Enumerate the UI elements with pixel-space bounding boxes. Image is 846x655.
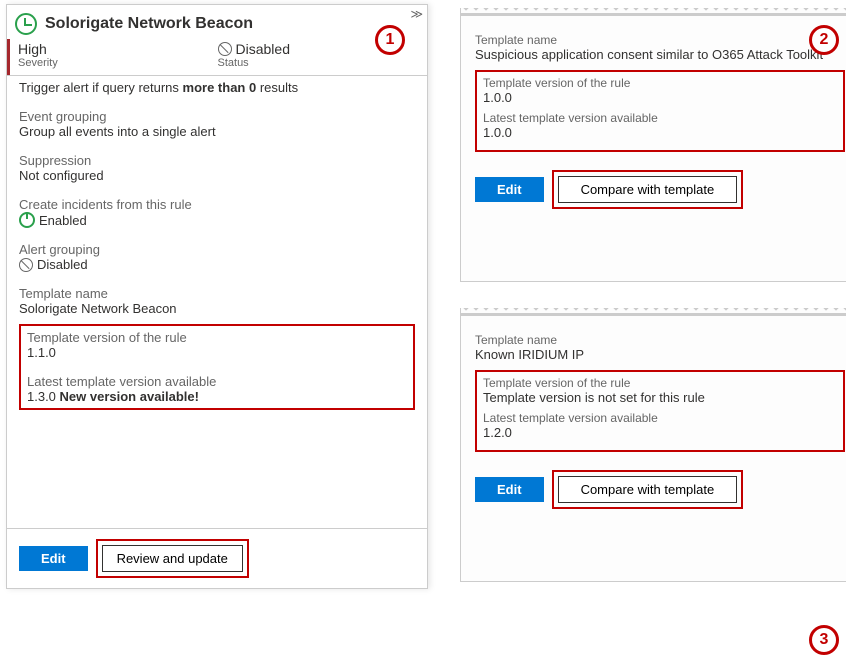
alert-grouping-value: Disabled bbox=[19, 257, 415, 272]
template-version-rule-value: Template version is not set for this rul… bbox=[483, 390, 837, 405]
template-name-label: Template name bbox=[19, 286, 415, 301]
panel-header: Solorigate Network Beacon ≫ bbox=[7, 5, 427, 39]
template-version-rule-label: Template version of the rule bbox=[483, 76, 837, 90]
panel-footer: Edit Review and update bbox=[7, 529, 427, 588]
template-name-value: Suspicious application consent similar t… bbox=[475, 47, 845, 62]
template-version-rule-value: 1.0.0 bbox=[483, 90, 837, 105]
template-version-highlight: Template version of the rule 1.0.0 Lates… bbox=[475, 70, 845, 152]
suppression-value: Not configured bbox=[19, 168, 415, 183]
edit-button[interactable]: Edit bbox=[475, 177, 544, 202]
template-version-latest-label: Latest template version available bbox=[483, 111, 837, 125]
severity-label: Severity bbox=[18, 57, 218, 69]
rule-snippet-b: Template name Known IRIDIUM IP Template … bbox=[460, 308, 846, 582]
torn-edge-decoration bbox=[461, 8, 846, 16]
compare-highlight: Compare with template bbox=[552, 170, 744, 209]
edit-button[interactable]: Edit bbox=[475, 477, 544, 502]
collapse-icon[interactable]: ≫ bbox=[410, 7, 423, 21]
disabled-icon bbox=[218, 42, 232, 56]
template-version-highlight: Template version of the rule 1.1.0 Lates… bbox=[19, 324, 415, 410]
annotation-badge-3: 3 bbox=[809, 625, 839, 655]
rule-snippet-a: Template name Suspicious application con… bbox=[460, 8, 846, 282]
review-and-update-button[interactable]: Review and update bbox=[102, 545, 243, 572]
suppression-label: Suppression bbox=[19, 153, 415, 168]
rule-details-panel: Solorigate Network Beacon ≫ High Severit… bbox=[6, 4, 428, 589]
compare-with-template-button[interactable]: Compare with template bbox=[558, 476, 738, 503]
annotation-badge-1: 1 bbox=[375, 25, 405, 55]
rule-title: Solorigate Network Beacon bbox=[45, 15, 417, 33]
compare-highlight: Compare with template bbox=[552, 470, 744, 509]
template-name-label: Template name bbox=[475, 33, 845, 47]
panel-scroll-body[interactable]: Trigger alert if query returns more than… bbox=[7, 75, 427, 529]
template-version-latest-label: Latest template version available bbox=[483, 411, 837, 425]
template-name-value: Known IRIDIUM IP bbox=[475, 347, 845, 362]
template-version-latest-value: 1.0.0 bbox=[483, 125, 837, 140]
alert-grouping-label: Alert grouping bbox=[19, 242, 415, 257]
severity-status-row: High Severity Disabled Status bbox=[7, 39, 427, 75]
create-incidents-label: Create incidents from this rule bbox=[19, 197, 415, 212]
template-name-value: Solorigate Network Beacon bbox=[19, 301, 415, 316]
torn-edge-decoration bbox=[461, 308, 846, 316]
annotation-badge-2: 2 bbox=[809, 25, 839, 55]
create-incidents-value: Enabled bbox=[19, 212, 415, 228]
status-label: Status bbox=[218, 57, 418, 69]
enabled-icon bbox=[19, 212, 35, 228]
template-version-rule-label: Template version of the rule bbox=[483, 376, 837, 390]
trigger-text: Trigger alert if query returns more than… bbox=[19, 80, 415, 95]
event-grouping-label: Event grouping bbox=[19, 109, 415, 124]
disabled-icon bbox=[19, 258, 33, 272]
compare-with-template-button[interactable]: Compare with template bbox=[558, 176, 738, 203]
rule-type-icon bbox=[15, 13, 37, 35]
event-grouping-value: Group all events into a single alert bbox=[19, 124, 415, 139]
severity-value: High bbox=[18, 41, 218, 57]
template-version-latest-label: Latest template version available bbox=[27, 374, 407, 389]
template-version-rule-label: Template version of the rule bbox=[27, 330, 407, 345]
template-version-rule-value: 1.1.0 bbox=[27, 345, 407, 360]
template-version-latest-value: 1.2.0 bbox=[483, 425, 837, 440]
template-version-highlight: Template version of the rule Template ve… bbox=[475, 370, 845, 452]
template-version-latest-value: 1.3.0 New version available! bbox=[27, 389, 407, 404]
edit-button[interactable]: Edit bbox=[19, 546, 88, 571]
review-update-highlight: Review and update bbox=[96, 539, 249, 578]
template-name-label: Template name bbox=[475, 333, 845, 347]
